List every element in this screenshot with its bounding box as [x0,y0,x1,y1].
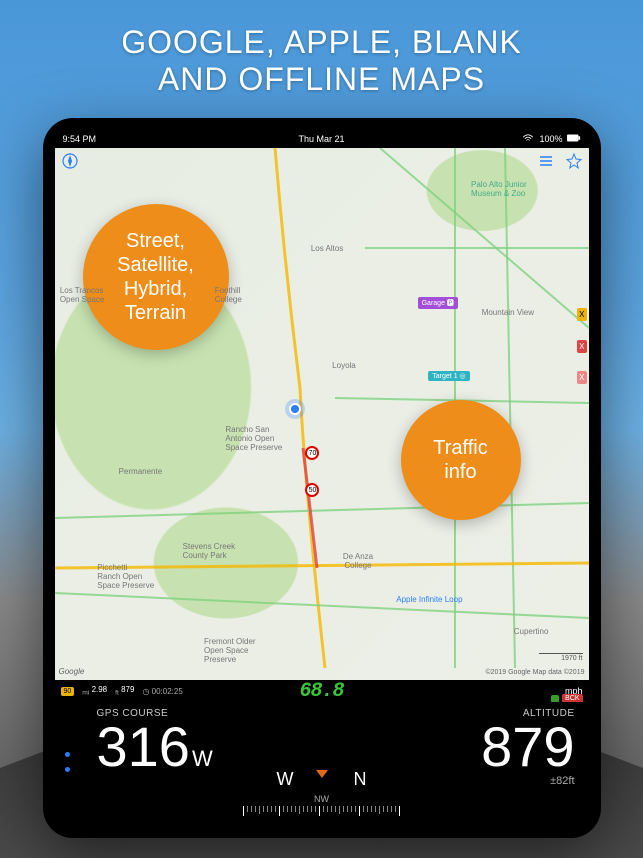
altitude-error: ±82ft [550,775,574,787]
label-los-altos: Los Altos [311,244,343,253]
compass-pointer-icon [316,770,328,778]
side-badge-1[interactable]: X [577,308,586,321]
dash-mi: mi 2.98 [82,685,107,697]
altitude-value: 879 [481,719,574,775]
battery-full-icon [567,134,581,144]
dot-2 [65,767,70,772]
label-mountain-view: Mountain View [482,308,534,317]
label-loyola: Loyola [332,361,356,370]
label-cupertino: Cupertino [514,627,549,636]
dash-speed: 68.8 [299,680,343,703]
dash-ft: ft 879 [115,685,134,697]
marketing-headline: GOOGLE, APPLE, BLANK AND OFFLINE MAPS [0,0,643,118]
clock-icon: ◷ [142,687,149,696]
label-foothill: Foothill College [215,286,242,304]
dashboard-strip: 90 mi 2.98 ft 879 ◷ 00:02:25 68.8 mph BC… [55,680,589,702]
left-status-dots [65,752,70,772]
gps-course-value: 316 W [97,719,213,775]
dot-1 [65,752,70,757]
poi-target1[interactable]: Target 1 ◎ [428,371,469,381]
screen: 9:54 PM Thu Mar 21 100% [55,130,589,826]
tablet-frame: 9:54 PM Thu Mar 21 100% [43,118,601,838]
status-bar: 9:54 PM Thu Mar 21 100% [55,130,589,148]
side-badge-2[interactable]: X [577,340,586,353]
map-scale: 1970 ft [539,653,583,662]
menu-icon[interactable] [537,152,555,170]
callout-map-types-text: Street, Satellite, Hybrid, Terrain [117,229,194,325]
headline-line-1: GOOGLE, APPLE, BLANK [10,24,633,61]
map-top-bar [55,148,589,172]
callout-traffic: Traffic info [401,400,521,520]
label-rancho: Rancho San Antonio Open Space Preserve [225,425,282,452]
compass-center: NW [314,794,329,804]
headline-line-2: AND OFFLINE MAPS [10,61,633,98]
compass-icon[interactable] [61,152,79,170]
label-stevens: Stevens Creek County Park [183,542,235,560]
label-deanza: De Anza College [343,552,373,570]
star-icon[interactable] [565,152,583,170]
compass-ruler[interactable]: W N NW [207,756,437,816]
map-attribution-left: Google [59,667,85,676]
compass-ticks [243,806,400,816]
status-time: 9:54 PM [63,134,97,144]
status-date: Thu Mar 21 [298,134,344,144]
label-picchetti: Picchetti Ranch Open Space Preserve [97,563,154,590]
dash-badge-left: 90 [61,687,75,696]
callout-map-types: Street, Satellite, Hybrid, Terrain [83,204,229,350]
label-palo-alto-zoo: Palo Alto Junior Museum & Zoo [471,180,527,198]
bottom-panel: GPS COURSE 316 W W N NW [55,702,589,826]
label-los-trancos: Los Trancos Open Space [60,286,104,304]
label-permanente: Permanente [119,467,163,476]
map-attribution-right: ©2019 Google Map data ©2019 [485,669,584,676]
map-view[interactable]: Street, Satellite, Hybrid, Terrain Traff… [55,148,589,680]
battery-percent: 100% [539,134,562,144]
callout-traffic-text: Traffic info [433,436,487,484]
speed-sign-70: 70 [305,446,319,460]
wifi-icon [521,134,535,144]
dash-timer: ◷ 00:02:25 [142,687,182,696]
status-right: 100% [521,134,580,144]
label-apple-loop: Apple Infinite Loop [396,595,462,604]
poi-garage[interactable]: Garage 🅿︎ [418,297,458,309]
label-fremont-osp: Fremont Older Open Space Preserve [204,637,256,664]
altitude-metric[interactable]: ALTITUDE 879 ±82ft [481,708,574,822]
gps-course-metric[interactable]: GPS COURSE 316 W [97,708,213,822]
side-badge-3[interactable]: X [577,371,586,384]
